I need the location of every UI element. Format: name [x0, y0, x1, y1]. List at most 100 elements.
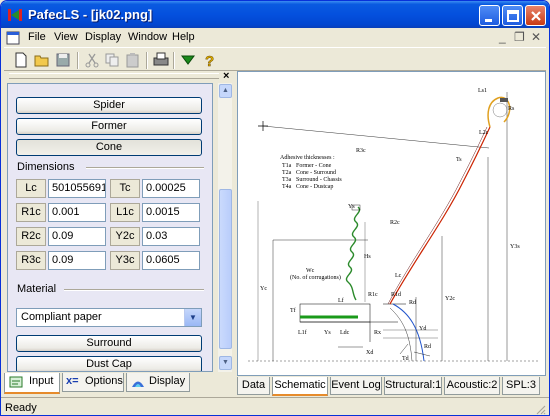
label-r2c: R2c: [390, 220, 400, 226]
menu-file[interactable]: File: [28, 31, 46, 43]
tab-event-log[interactable]: Event Log: [330, 377, 382, 395]
application-window: PafecLS - [jk02.png] File View Display W…: [0, 0, 550, 416]
label-r1d: R1d: [391, 292, 401, 298]
menu-help[interactable]: Help: [172, 31, 195, 43]
param-input-tc[interactable]: 0.00025: [142, 179, 200, 198]
param-label-lc: Lc: [16, 179, 46, 198]
status-text: Ready: [5, 402, 37, 414]
param-input-lc[interactable]: 5010556914: [48, 179, 106, 198]
options-icon: x=: [66, 375, 79, 387]
label-l2c: L2c: [479, 130, 489, 136]
material-divider: [64, 289, 204, 291]
help-icon[interactable]: ?: [200, 51, 218, 69]
scroll-down-icon[interactable]: ▼: [219, 356, 232, 370]
resize-grip-icon[interactable]: [534, 403, 546, 415]
label-y2c: Y2c: [445, 296, 455, 302]
mdi-minimize-icon[interactable]: _: [499, 30, 506, 44]
tab-display[interactable]: Display: [126, 373, 190, 392]
panel-grip[interactable]: [9, 73, 219, 79]
schematic-view: Adhesive thicknesses : T1a Former - Cone…: [237, 71, 546, 376]
material-select[interactable]: Compliant paper ▼: [16, 308, 202, 327]
label-ys-top: Ys: [348, 204, 355, 210]
input-icon: [9, 376, 23, 388]
tab-data[interactable]: Data: [237, 377, 270, 395]
tab-schematic[interactable]: Schematic: [272, 377, 328, 396]
param-input-r2c[interactable]: 0.09: [48, 227, 106, 246]
material-label: Material: [17, 283, 57, 295]
param-label-l1c: L1c: [110, 203, 140, 222]
param-label-y2c: Y2c: [110, 227, 140, 246]
material-value: Compliant paper: [21, 311, 102, 323]
window-title: PafecLS - [jk02.png]: [28, 7, 153, 22]
surround-button[interactable]: Surround: [16, 335, 202, 352]
param-input-y2c[interactable]: 0.03: [142, 227, 200, 246]
label-y3s: Y3s: [510, 244, 520, 250]
dimensions-label: Dimensions: [17, 161, 75, 173]
svg-text:?: ?: [205, 53, 214, 69]
param-label-r3c: R3c: [16, 251, 46, 270]
panel-close-icon[interactable]: ×: [223, 70, 229, 82]
cone-button[interactable]: Cone: [16, 139, 202, 156]
dustcap-curve: [392, 303, 425, 362]
tab-acoustic[interactable]: Acoustic:2: [444, 377, 500, 395]
parameter-form: Spider Former Cone Dimensions Lc 5010556…: [7, 83, 213, 372]
menu-display[interactable]: Display: [85, 31, 121, 43]
title-bar[interactable]: PafecLS - [jk02.png]: [1, 1, 549, 28]
param-input-l1c[interactable]: 0.0015: [142, 203, 200, 222]
param-input-r1c[interactable]: 0.001: [48, 203, 106, 222]
label-corrugations: (No. of corrugations): [290, 274, 341, 281]
menu-view[interactable]: View: [54, 31, 78, 43]
legend-title: Adhesive thicknesses :: [280, 155, 335, 161]
param-input-r3c[interactable]: 0.09: [48, 251, 106, 270]
vertical-scrollbar[interactable]: ▲ ▼: [217, 83, 232, 372]
minimize-button[interactable]: [479, 5, 500, 26]
label-lf: Lf: [338, 297, 344, 304]
maximize-button[interactable]: [502, 5, 523, 26]
dimensions-divider: [86, 167, 204, 169]
new-file-icon[interactable]: [12, 51, 30, 69]
spider-button[interactable]: Spider: [16, 97, 202, 114]
spider-curve: [345, 206, 361, 301]
chevron-down-icon[interactable]: ▼: [184, 309, 201, 326]
pafec-app-icon: [8, 9, 22, 21]
mdi-restore-icon[interactable]: ❐: [514, 30, 525, 44]
label-xd: Xd: [366, 350, 373, 356]
paste-icon[interactable]: [124, 51, 142, 69]
dust-cap-button[interactable]: Dust Cap: [16, 356, 202, 371]
left-tab-strip: Input x= Options Display: [4, 373, 232, 394]
tab-spl[interactable]: SPL:3: [502, 377, 540, 395]
document-icon[interactable]: [6, 31, 20, 45]
input-panel: × Spider Former Cone Dimensions Lc 50105…: [4, 70, 232, 373]
scroll-up-icon[interactable]: ▲: [219, 84, 232, 98]
tab-structural[interactable]: Structural:1: [384, 377, 442, 395]
r3c-leader: [262, 125, 490, 149]
open-folder-icon[interactable]: [33, 51, 51, 69]
maximize-icon: [507, 10, 519, 22]
cut-icon[interactable]: [83, 51, 101, 69]
cone-curve: [389, 126, 491, 305]
param-label-r1c: R1c: [16, 203, 46, 222]
label-rs: Rs: [508, 106, 515, 112]
loudspeaker-schematic: Adhesive thicknesses : T1a Former - Cone…: [248, 88, 538, 362]
label-rx: Rx: [374, 330, 381, 336]
scroll-thumb[interactable]: [219, 189, 232, 349]
label-tf: Tf: [290, 307, 296, 314]
former-button[interactable]: Former: [16, 118, 202, 135]
label-r3c: R3c: [356, 148, 366, 154]
tab-input[interactable]: Input: [4, 373, 60, 394]
toolbar: ?: [4, 47, 546, 71]
label-rd-bottom: Rd: [424, 344, 431, 350]
mdi-close-icon[interactable]: ✕: [531, 30, 541, 44]
close-button[interactable]: [525, 5, 546, 26]
tab-options[interactable]: x= Options: [62, 373, 124, 392]
minimize-icon: [485, 19, 492, 22]
dropdown-arrow-icon[interactable]: [179, 51, 197, 69]
label-ls1: Ls1: [478, 88, 487, 94]
menu-window[interactable]: Window: [128, 31, 167, 43]
close-icon: [531, 11, 541, 21]
param-input-y3c[interactable]: 0.0605: [142, 251, 200, 270]
print-icon[interactable]: [152, 51, 170, 69]
copy-icon[interactable]: [103, 51, 121, 69]
legend-code-t4a: T4a: [282, 184, 292, 190]
save-icon[interactable]: [54, 51, 72, 69]
